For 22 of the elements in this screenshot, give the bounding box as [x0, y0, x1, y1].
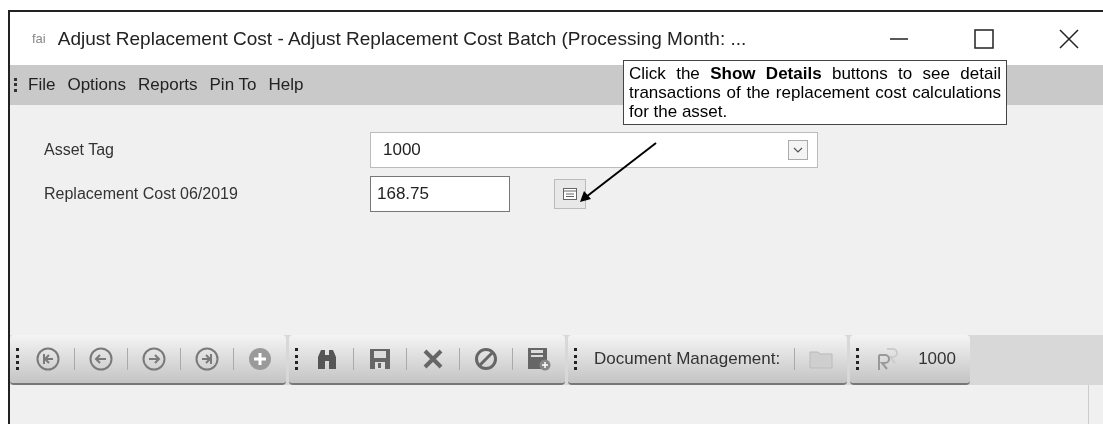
- close-icon[interactable]: [1059, 28, 1079, 49]
- grip-icon[interactable]: [295, 348, 301, 370]
- callout-text: Click the Show Details buttons to see detail transactions of the replacement cost calculations for the asset.: [623, 60, 1007, 125]
- menu-item[interactable]: File: [28, 75, 56, 95]
- window-title: Adjust Replacement Cost - Adjust Replacement Cost Batch (Processing Month: ...: [57, 27, 747, 50]
- menu-item[interactable]: Pin To: [209, 75, 257, 95]
- app-icon: fai: [32, 31, 46, 46]
- maximize-icon[interactable]: [974, 28, 994, 49]
- field-label: Asset Tag: [44, 141, 115, 159]
- toolbar-label: 1000: [917, 349, 957, 369]
- details-icon: [563, 188, 577, 200]
- grip-icon[interactable]: [574, 348, 580, 370]
- cost-field[interactable]: 168.75: [370, 176, 510, 212]
- grip-icon[interactable]: [14, 78, 20, 92]
- toolbar-label: Document Management:: [593, 349, 782, 369]
- field-label: Replacement Cost 06/2019: [44, 185, 239, 203]
- asset-tag-dropdown[interactable]: 1000: [370, 132, 818, 168]
- menu-item[interactable]: Reports: [138, 75, 198, 95]
- menu-item[interactable]: Options: [67, 75, 126, 95]
- menu-item[interactable]: Help: [268, 75, 304, 95]
- grip-icon[interactable]: [16, 348, 22, 370]
- show-details-button[interactable]: [554, 179, 586, 209]
